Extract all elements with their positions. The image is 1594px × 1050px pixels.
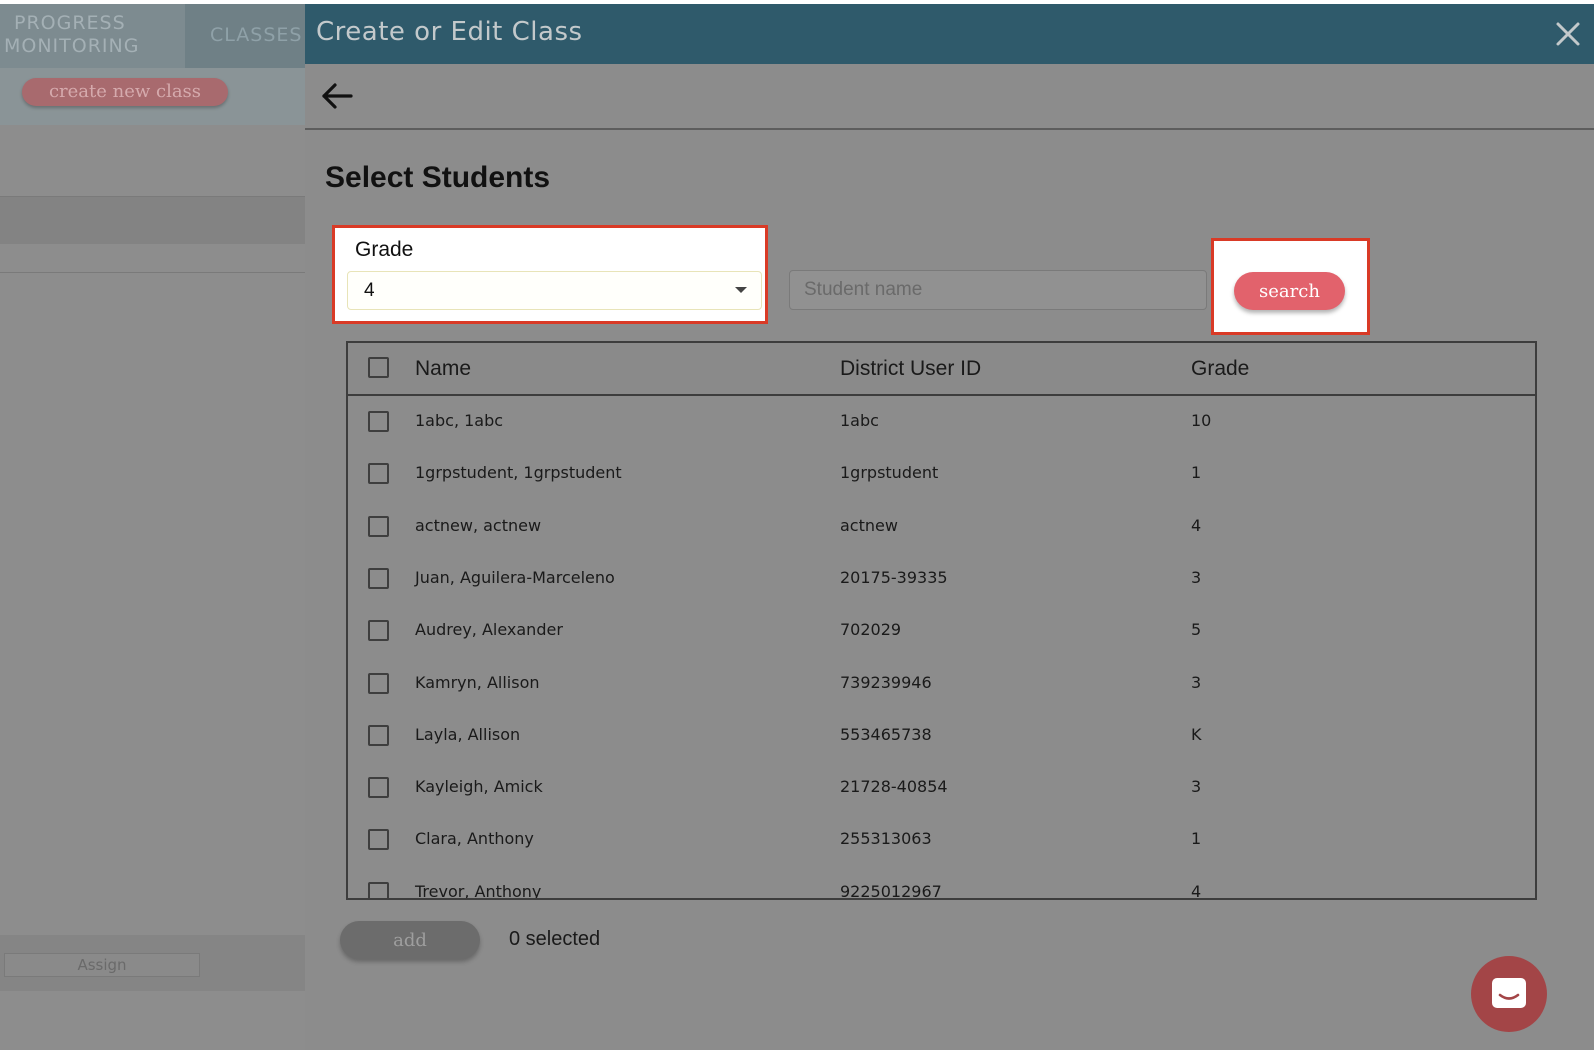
cell-grade: 3 bbox=[1191, 777, 1202, 797]
cell-name: Trevor, Anthony bbox=[415, 881, 542, 900]
cell-name: 1grpstudent, 1grpstudent bbox=[415, 463, 622, 483]
row-checkbox[interactable] bbox=[368, 411, 389, 432]
nav-progress-monitoring-line1: PROGRESS bbox=[14, 12, 126, 34]
table-row[interactable]: Layla, Allison 553465738 K bbox=[348, 710, 1535, 762]
cell-district-id: 553465738 bbox=[840, 724, 932, 744]
cell-name: Kamryn, Allison bbox=[415, 672, 540, 692]
row-checkbox[interactable] bbox=[368, 881, 389, 898]
cell-district-id: 9225012967 bbox=[840, 881, 942, 900]
search-button[interactable]: search bbox=[1234, 272, 1345, 310]
grade-label: Grade bbox=[355, 238, 414, 261]
cell-grade: 3 bbox=[1191, 567, 1202, 587]
cell-district-id: 702029 bbox=[840, 620, 902, 640]
modal-header: Create or Edit Class bbox=[305, 4, 1594, 64]
search-highlight: search bbox=[1211, 238, 1370, 335]
chat-button[interactable] bbox=[1471, 956, 1547, 1032]
column-header-district-id[interactable]: District User ID bbox=[840, 357, 981, 381]
nav-classes[interactable]: CLASSES bbox=[210, 24, 302, 46]
modal-title: Create or Edit Class bbox=[316, 17, 583, 47]
grade-select-value: 4 bbox=[364, 280, 375, 301]
row-checkbox[interactable] bbox=[368, 777, 389, 799]
create-edit-class-modal: Create or Edit Class Select Students Gra… bbox=[305, 4, 1594, 1050]
add-button[interactable]: add bbox=[340, 921, 480, 959]
table-row[interactable]: Audrey, Alexander 702029 5 bbox=[348, 605, 1535, 657]
table-row[interactable]: Kayleigh, Amick 21728-40854 3 bbox=[348, 762, 1535, 814]
row-checkbox[interactable] bbox=[368, 463, 389, 485]
assign-button[interactable]: Assign bbox=[4, 953, 200, 977]
section-title: Select Students bbox=[325, 161, 551, 194]
row-checkbox[interactable] bbox=[368, 672, 389, 694]
background-toolbar: create new class bbox=[0, 68, 305, 125]
cell-name: Juan, Aguilera-Marceleno bbox=[415, 567, 615, 587]
cell-name: Clara, Anthony bbox=[415, 829, 534, 849]
cell-name: Audrey, Alexander bbox=[415, 620, 563, 640]
table-row[interactable]: Trevor, Anthony 9225012967 4 bbox=[348, 867, 1535, 900]
cell-district-id: 739239946 bbox=[840, 672, 932, 692]
cell-grade: K bbox=[1191, 724, 1202, 744]
row-checkbox[interactable] bbox=[368, 829, 389, 851]
table-header: Name District User ID Grade bbox=[348, 343, 1535, 396]
nav-progress-monitoring-line2: MONITORING bbox=[4, 35, 140, 57]
row-checkbox[interactable] bbox=[368, 515, 389, 537]
cell-name: 1abc, 1abc bbox=[415, 411, 504, 430]
cell-district-id: 1grpstudent bbox=[840, 463, 939, 483]
background-nav: PROGRESS MONITORING CLASSES bbox=[0, 4, 305, 68]
cell-district-id: 1abc bbox=[840, 411, 879, 430]
table-row[interactable]: actnew, actnew actnew 4 bbox=[348, 501, 1535, 553]
grade-select[interactable]: 4 bbox=[347, 271, 762, 310]
cell-name: Kayleigh, Amick bbox=[415, 777, 543, 797]
cell-grade: 10 bbox=[1191, 411, 1212, 430]
cell-district-id: 20175-39335 bbox=[840, 567, 948, 587]
row-checkbox[interactable] bbox=[368, 620, 389, 642]
column-header-grade[interactable]: Grade bbox=[1191, 357, 1249, 381]
cell-district-id: 255313063 bbox=[840, 829, 932, 849]
background-assign-bar: Assign bbox=[0, 935, 305, 991]
modal-toolbar bbox=[305, 64, 1594, 130]
close-icon[interactable] bbox=[1552, 18, 1584, 50]
grade-filter-highlight: Grade 4 bbox=[332, 225, 768, 324]
cell-grade: 1 bbox=[1191, 829, 1202, 849]
table-row[interactable]: Kamryn, Allison 739239946 3 bbox=[348, 658, 1535, 710]
table-row[interactable]: Juan, Aguilera-Marceleno 20175-39335 3 bbox=[348, 553, 1535, 605]
cell-grade: 4 bbox=[1191, 881, 1202, 900]
cell-grade: 3 bbox=[1191, 672, 1202, 692]
select-all-checkbox[interactable] bbox=[368, 357, 389, 378]
selected-count: 0 selected bbox=[509, 928, 601, 950]
column-header-name[interactable]: Name bbox=[415, 357, 471, 381]
background-row bbox=[0, 196, 305, 244]
cell-district-id: actnew bbox=[840, 515, 898, 535]
table-row[interactable]: 1grpstudent, 1grpstudent 1grpstudent 1 bbox=[348, 448, 1535, 500]
row-checkbox[interactable] bbox=[368, 567, 389, 589]
row-checkbox[interactable] bbox=[368, 724, 389, 746]
table-row[interactable]: Clara, Anthony 255313063 1 bbox=[348, 814, 1535, 866]
cell-grade: 5 bbox=[1191, 620, 1202, 640]
chat-bubble-icon bbox=[1492, 978, 1526, 1008]
background-divider bbox=[0, 272, 305, 273]
chevron-down-icon bbox=[735, 287, 747, 293]
students-table: Name District User ID Grade 1abc, 1abc 1a… bbox=[346, 341, 1537, 900]
cell-grade: 4 bbox=[1191, 515, 1202, 535]
create-new-class-button[interactable]: create new class bbox=[22, 78, 228, 106]
cell-name: actnew, actnew bbox=[415, 515, 542, 535]
cell-district-id: 21728-40854 bbox=[840, 777, 948, 797]
cell-grade: 1 bbox=[1191, 463, 1202, 483]
student-name-input[interactable] bbox=[789, 270, 1207, 310]
nav-progress-monitoring[interactable]: PROGRESS MONITORING bbox=[0, 4, 185, 68]
table-row[interactable]: 1abc, 1abc 1abc 10 bbox=[348, 396, 1535, 448]
cell-name: Layla, Allison bbox=[415, 724, 521, 744]
arrow-left-icon[interactable] bbox=[319, 78, 355, 114]
